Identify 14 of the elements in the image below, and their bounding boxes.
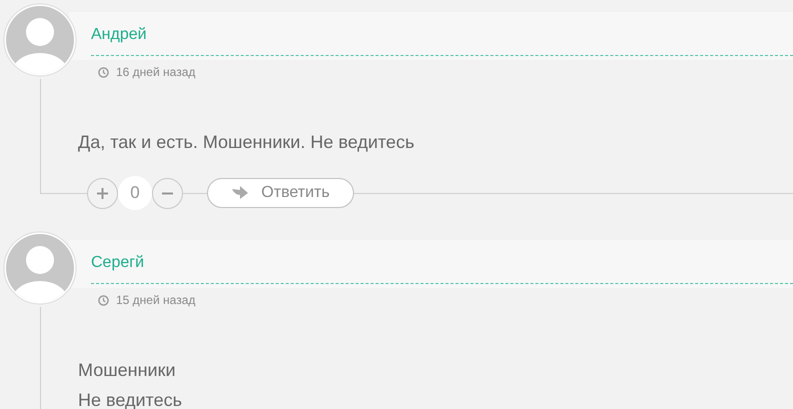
- upvote-button[interactable]: [87, 178, 118, 208]
- author-name[interactable]: Андрей: [91, 25, 147, 45]
- comment-text: Мошенники: [78, 359, 177, 382]
- clock-icon: [98, 294, 109, 306]
- author-name[interactable]: Серегй: [91, 253, 144, 273]
- downvote-button[interactable]: [152, 178, 183, 208]
- reply-arrow-icon: [231, 186, 250, 200]
- comment-text: Да, так и есть. Мошенники. Не ведитесь: [78, 131, 416, 154]
- comment-time: 16 дней назад: [116, 65, 196, 79]
- reply-button[interactable]: Ответить: [207, 178, 354, 208]
- clock-icon: [98, 66, 109, 78]
- plus-icon: [96, 186, 109, 200]
- vote-count: 0: [118, 176, 152, 210]
- comment-time: 15 дней назад: [116, 293, 196, 307]
